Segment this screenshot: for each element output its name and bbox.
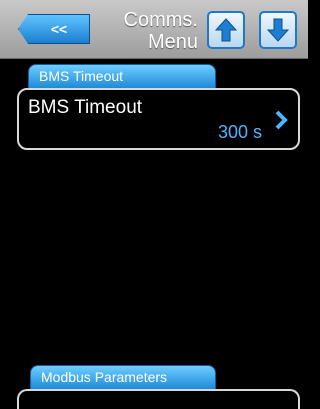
param-row-bms-timeout[interactable]: BMS Timeout 300 s: [17, 88, 300, 150]
page-title-line1: Comms.: [123, 9, 198, 31]
param-row-modbus-partial[interactable]: [17, 389, 300, 409]
arrow-up-icon: [215, 18, 237, 42]
chevron-right-icon: [275, 110, 288, 130]
page-title: Comms. Menu: [112, 9, 198, 53]
arrow-down-icon: [267, 18, 289, 42]
group-tab-bms-timeout: BMS Timeout: [28, 64, 216, 88]
scroll-down-button[interactable]: [259, 11, 297, 49]
back-button[interactable]: <<: [18, 14, 90, 44]
group-tab-modbus-parameters: Modbus Parameters: [30, 365, 216, 389]
back-button-label: <<: [50, 21, 68, 37]
header-bar: << Comms. Menu: [0, 0, 308, 59]
scroll-up-button[interactable]: [207, 11, 245, 49]
param-label: BMS Timeout: [28, 97, 143, 118]
group-tab-label: Modbus Parameters: [41, 369, 168, 385]
param-value: 300 s: [217, 122, 262, 142]
page-title-line2: Menu: [147, 31, 198, 53]
group-tab-label: BMS Timeout: [39, 68, 124, 84]
